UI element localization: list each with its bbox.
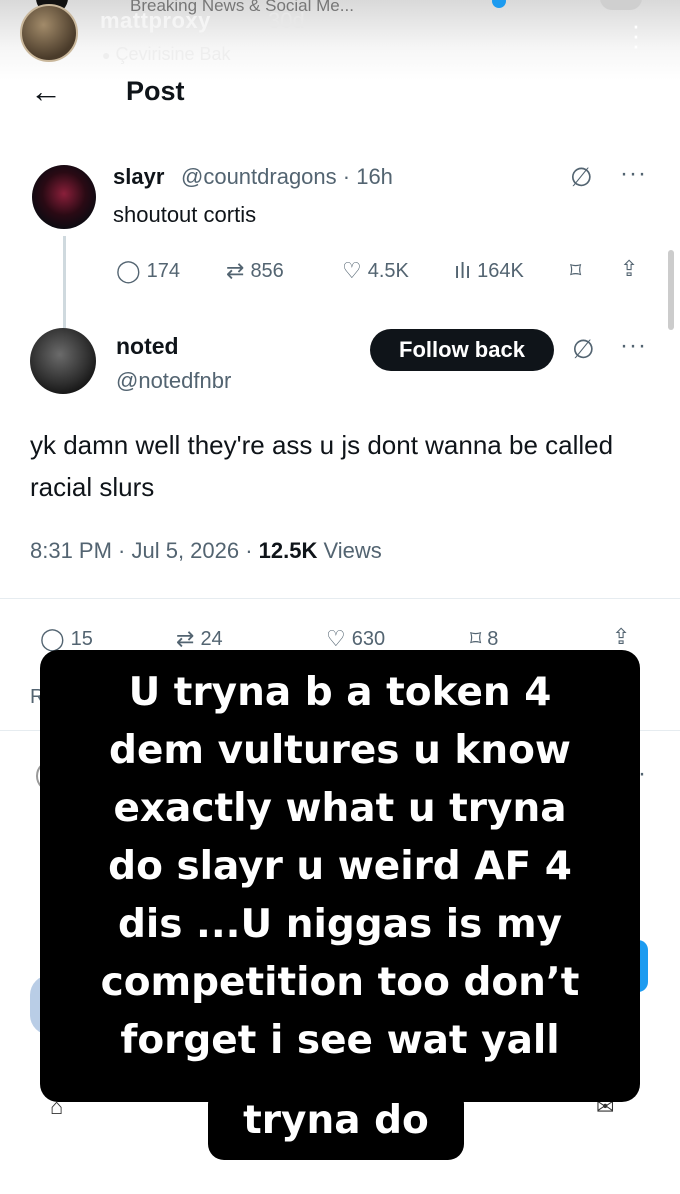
- views-count: 12.5K: [258, 538, 318, 563]
- story-time: 30d: [268, 8, 305, 33]
- repost-count: 856: [250, 259, 284, 282]
- tweet-meta: 8:31 PM · Jul 5, 2026 · 12.5K Views: [30, 538, 382, 564]
- story-caption-tail: tryna do: [208, 1088, 464, 1160]
- repost-icon: ⇄: [176, 626, 195, 651]
- parent-author-name[interactable]: slayr: [113, 164, 164, 190]
- repost-button[interactable]: ⇄ 24: [176, 626, 223, 652]
- like-button[interactable]: ♡ 630: [326, 626, 385, 652]
- views-label: Views: [317, 538, 382, 563]
- reply-icon: ◯: [40, 626, 65, 651]
- back-arrow-icon[interactable]: ←: [30, 74, 62, 108]
- bookmark-icon: ⌑: [470, 626, 482, 651]
- globe-icon: ●: [102, 47, 111, 63]
- vertical-dots-icon[interactable]: · · ·: [626, 12, 646, 58]
- reply-count: 174: [146, 259, 180, 282]
- bookmark-count: 8: [487, 627, 499, 650]
- parent-author-handle[interactable]: @countdragons · 16h: [181, 164, 393, 190]
- follow-back-button[interactable]: Follow back: [370, 329, 554, 371]
- like-count: 630: [351, 627, 386, 650]
- like-button[interactable]: ♡ 4.5K: [342, 258, 409, 284]
- grok-icon[interactable]: ∅: [570, 162, 593, 193]
- reply-count: 15: [70, 627, 93, 650]
- reply-button[interactable]: ◯ 15: [40, 626, 93, 652]
- caption-line: U tryna b a token 4: [128, 670, 552, 715]
- grok-icon[interactable]: ∅: [572, 334, 595, 365]
- caption-line: competition too don’t: [100, 960, 580, 1005]
- author-name[interactable]: noted: [116, 333, 179, 360]
- avatar[interactable]: [32, 165, 96, 229]
- author-handle[interactable]: @notedfnbr: [116, 368, 231, 394]
- views-button[interactable]: ılı 164K: [454, 258, 524, 284]
- caption-line: dis ...U niggas is my: [117, 902, 563, 947]
- reply-icon: ◯: [116, 258, 141, 283]
- caption-line: forget i see wat yall: [120, 1018, 560, 1063]
- scrollbar-thumb[interactable]: [668, 250, 674, 330]
- story-username[interactable]: mattproxy: [100, 8, 211, 34]
- see-translation-link[interactable]: ● Çevirisine Bak: [102, 44, 231, 65]
- repost-count: 24: [200, 627, 223, 650]
- page-title: Post: [126, 76, 185, 106]
- bookmark-button[interactable]: ⌑ 8: [470, 626, 498, 652]
- views-icon: ılı: [454, 258, 472, 283]
- caption-line: exactly what u tryna: [113, 786, 567, 831]
- avatar[interactable]: [30, 328, 96, 394]
- heart-icon: ♡: [326, 626, 346, 651]
- more-options-icon[interactable]: ···: [620, 332, 647, 360]
- tweet-text: yk damn well they're ass u js dont wanna…: [30, 430, 614, 502]
- share-icon[interactable]: ⇪: [620, 256, 638, 282]
- heart-icon: ♡: [342, 258, 362, 283]
- divider: [0, 598, 680, 599]
- tweet-timestamp: 8:31 PM · Jul 5, 2026 ·: [30, 538, 259, 563]
- bookmark-icon[interactable]: ⌑: [570, 258, 581, 284]
- views-count: 164K: [477, 259, 524, 282]
- caption-line: do slayr u weird AF 4: [108, 844, 572, 889]
- story-top-button[interactable]: [600, 0, 642, 10]
- story-caption: U tryna b a token 4 dem vultures u know …: [40, 650, 640, 1102]
- story-avatar[interactable]: [20, 4, 78, 62]
- thread-line: [63, 236, 66, 328]
- reply-button[interactable]: ◯ 174: [116, 258, 180, 284]
- like-count: 4.5K: [367, 259, 409, 282]
- more-options-icon[interactable]: ···: [620, 160, 647, 188]
- caption-line: dem vultures u know: [109, 728, 571, 773]
- share-icon[interactable]: ⇪: [612, 624, 630, 650]
- parent-tweet-text: shoutout cortis: [113, 202, 257, 227]
- repost-button[interactable]: ⇄ 856: [226, 258, 284, 284]
- repost-icon: ⇄: [226, 258, 245, 283]
- see-translation-label: Çevirisine Bak: [115, 44, 231, 64]
